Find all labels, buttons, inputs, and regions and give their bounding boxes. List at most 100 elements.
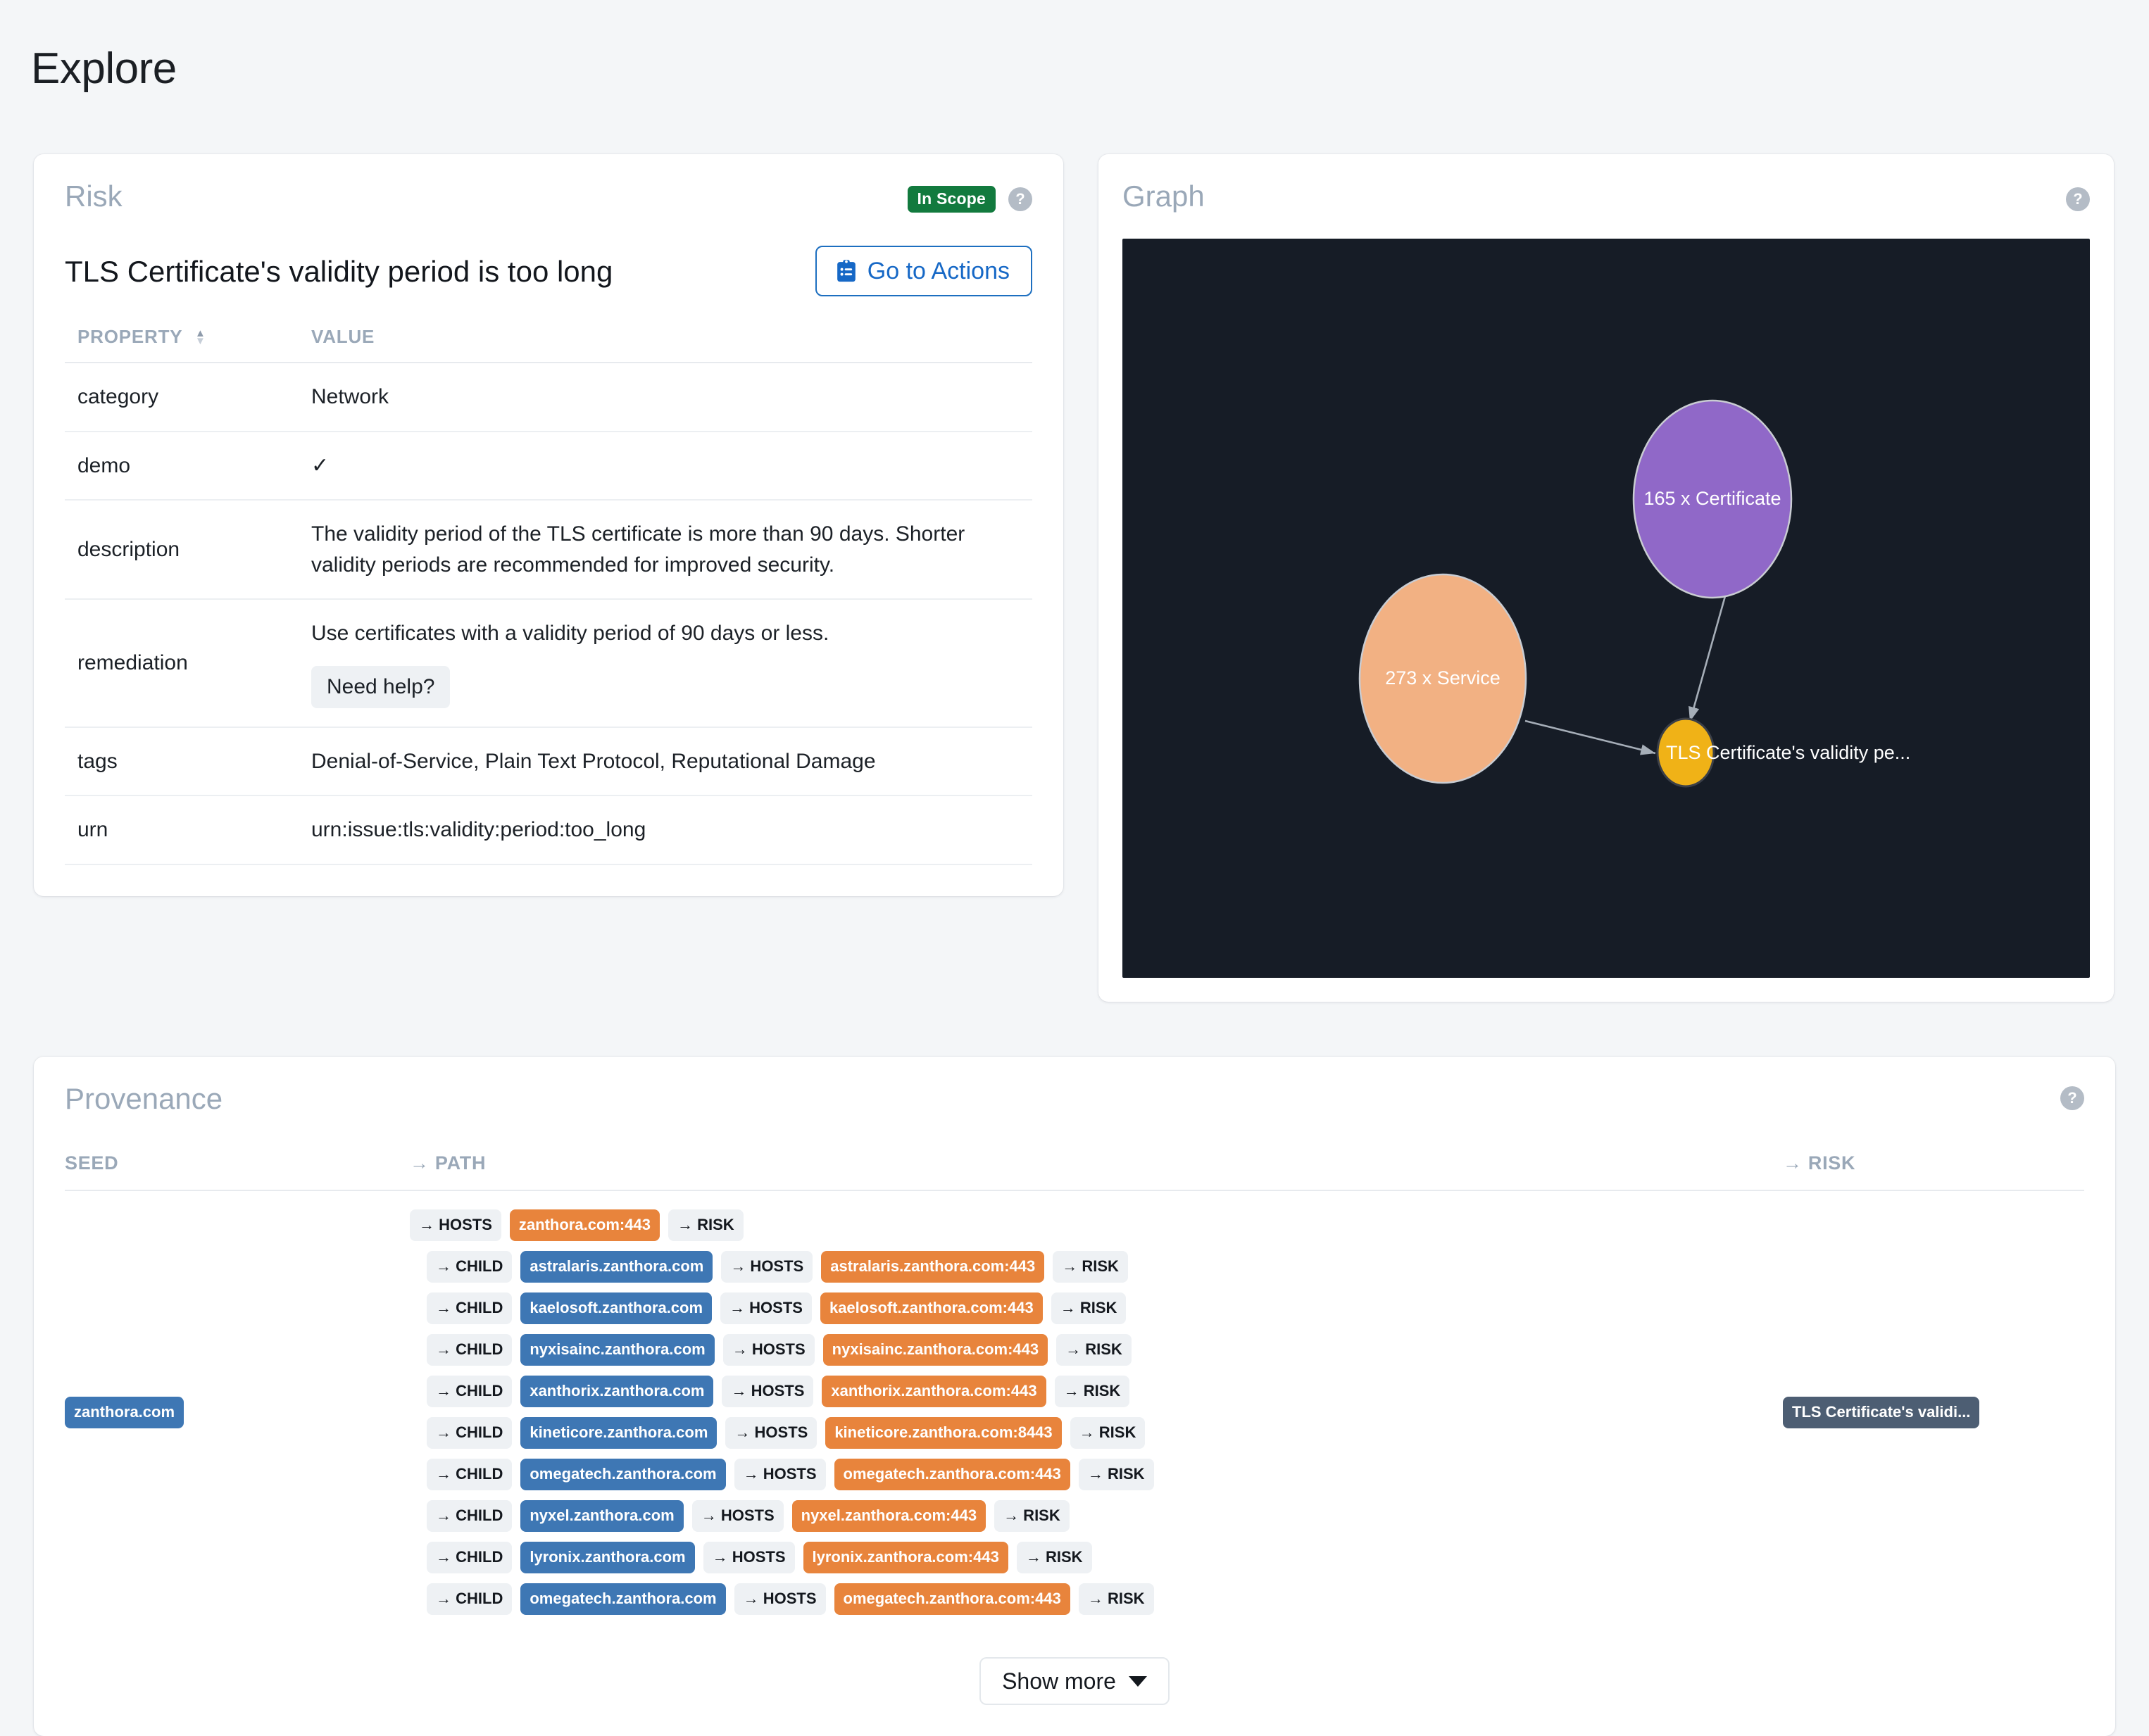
graph-canvas[interactable]: 165 x Certificate 273 x Service TLS Cert… bbox=[1122, 239, 2090, 979]
path-domain-chip[interactable]: astralaris.zanthora.com bbox=[520, 1251, 713, 1283]
path-domain-chip[interactable]: kaelosoft.zanthora.com bbox=[520, 1292, 713, 1325]
help-icon[interactable]: ? bbox=[2060, 1086, 2084, 1111]
table-header-row: SEED → PATH → RISK bbox=[65, 1152, 2084, 1192]
property-name-category: category bbox=[65, 363, 311, 432]
path-domain-chip[interactable]: kineticore.zanthora.com bbox=[520, 1417, 718, 1449]
table-row: description The validity period of the T… bbox=[65, 500, 1032, 600]
property-value-urn: urn:issue:tls:validity:period:too_long bbox=[311, 795, 1032, 865]
path-row: → CHILD lyronix.zanthora.com → HOSTS lyroni… bbox=[410, 1542, 1783, 1574]
help-icon[interactable]: ? bbox=[1008, 187, 1032, 212]
property-name-demo: demo bbox=[65, 431, 311, 501]
graph-node-risk-label: TLS Certificate's validity pe... bbox=[1666, 742, 1910, 763]
path-service-chip[interactable]: astralaris.zanthora.com:443 bbox=[821, 1251, 1045, 1283]
risk-chip[interactable]: TLS Certificate's validi... bbox=[1783, 1396, 1980, 1428]
property-value-tags: Denial-of-Service, Plain Text Protocol, … bbox=[311, 727, 1032, 797]
table-row: tags Denial-of-Service, Plain Text Proto… bbox=[65, 727, 1032, 797]
property-value-remediation: Use certificates with a validity period … bbox=[311, 599, 1032, 728]
path-row: → CHILD xanthorix.zanthora.com → HOSTS xant… bbox=[410, 1376, 1783, 1408]
sort-descending-icon: ▼ bbox=[195, 335, 206, 348]
relation-child-chip: → CHILD bbox=[427, 1459, 513, 1491]
chevron-down-icon bbox=[1128, 1675, 1147, 1687]
relation-hosts-chip: → HOSTS bbox=[722, 1334, 815, 1366]
remediation-text: Use certificates with a validity period … bbox=[311, 622, 829, 646]
provenance-panel-title: Provenance bbox=[65, 1082, 223, 1116]
path-row: → CHILD kineticore.zanthora.com → HOSTS kin… bbox=[410, 1417, 1783, 1449]
relation-hosts-chip: → HOSTS bbox=[725, 1417, 817, 1449]
relation-risk-chip: → RISK bbox=[1053, 1251, 1128, 1283]
path-service-chip[interactable]: zanthora.com:443 bbox=[509, 1209, 660, 1242]
risk-title: TLS Certificate's validity period is too… bbox=[65, 255, 613, 289]
graph-panel-header: Graph ? bbox=[1122, 178, 2090, 220]
show-more-label: Show more bbox=[1002, 1668, 1116, 1694]
column-header-risk: → RISK bbox=[1783, 1152, 2084, 1192]
seed-cell: zanthora.com bbox=[65, 1190, 410, 1633]
relation-risk-chip: → RISK bbox=[1078, 1459, 1154, 1491]
graph-panel-title: Graph bbox=[1122, 180, 1205, 213]
explore-page: Explore Risk In Scope ? TLS Certificate'… bbox=[0, 30, 2149, 1736]
relation-risk-chip: → RISK bbox=[1056, 1334, 1132, 1366]
path-domain-chip[interactable]: nyxisainc.zanthora.com bbox=[520, 1334, 715, 1366]
path-rows: → HOSTS zanthora.com:443 → RISK → CHILD astr… bbox=[410, 1209, 1783, 1616]
path-service-chip[interactable]: nyxisainc.zanthora.com:443 bbox=[822, 1334, 1048, 1366]
column-header-value: VALUE bbox=[311, 326, 1032, 364]
relation-risk-chip: → RISK bbox=[1078, 1583, 1154, 1616]
relation-child-chip: → CHILD bbox=[427, 1334, 513, 1366]
help-icon[interactable]: ? bbox=[2066, 187, 2090, 212]
provenance-panel: Provenance ? SEED → PATH → RISK zanthora… bbox=[34, 1057, 2115, 1736]
column-header-path: → PATH bbox=[410, 1152, 1783, 1192]
relation-child-chip: → CHILD bbox=[427, 1583, 513, 1616]
path-service-chip[interactable]: omegatech.zanthora.com:443 bbox=[834, 1459, 1070, 1491]
path-service-chip[interactable]: kaelosoft.zanthora.com:443 bbox=[820, 1292, 1043, 1325]
path-row: → CHILD omegatech.zanthora.com → HOSTS omeg… bbox=[410, 1583, 1783, 1616]
path-service-chip[interactable]: lyronix.zanthora.com:443 bbox=[803, 1542, 1008, 1574]
page-title: Explore bbox=[31, 44, 177, 93]
path-domain-chip[interactable]: xanthorix.zanthora.com bbox=[520, 1376, 714, 1408]
graph-node-service-label: 273 x Service bbox=[1385, 667, 1500, 688]
table-row: remediation Use certificates with a vali… bbox=[65, 599, 1032, 728]
property-name-remediation: remediation bbox=[65, 599, 311, 728]
path-domain-chip[interactable]: nyxel.zanthora.com bbox=[520, 1500, 684, 1533]
path-service-chip[interactable]: omegatech.zanthora.com:443 bbox=[834, 1583, 1070, 1616]
graph-edge-certificate-risk bbox=[1689, 596, 1727, 722]
relation-child-chip: → CHILD bbox=[427, 1417, 513, 1449]
go-to-actions-button[interactable]: Go to Actions bbox=[815, 246, 1032, 297]
property-name-urn: urn bbox=[65, 795, 311, 865]
go-to-actions-label: Go to Actions bbox=[867, 258, 1010, 285]
relation-risk-chip: → RISK bbox=[668, 1209, 744, 1242]
top-panels-row: Risk In Scope ? TLS Certificate's validi… bbox=[0, 122, 2149, 1002]
table-row: urn urn:issue:tls:validity:period:too_lo… bbox=[65, 795, 1032, 865]
risk-panel-header: Risk In Scope ? bbox=[65, 178, 1032, 220]
property-value-description: The validity period of the TLS certifica… bbox=[311, 500, 1032, 600]
property-name-description: description bbox=[65, 500, 311, 600]
seed-chip[interactable]: zanthora.com bbox=[65, 1396, 184, 1428]
column-header-property[interactable]: PROPERTY ▲ ▼ bbox=[65, 326, 311, 364]
path-domain-chip[interactable]: lyronix.zanthora.com bbox=[520, 1542, 695, 1574]
table-header-row: PROPERTY ▲ ▼ VALUE bbox=[65, 326, 1032, 364]
table-row: zanthora.com → HOSTS zanthora.com:443 → RI… bbox=[65, 1190, 2084, 1633]
show-more-button[interactable]: Show more bbox=[979, 1657, 1170, 1706]
risk-cell: TLS Certificate's validi... bbox=[1783, 1190, 2084, 1633]
clipboard-icon bbox=[837, 259, 856, 283]
relation-risk-chip: → RISK bbox=[1016, 1542, 1092, 1574]
table-row: category Network bbox=[65, 363, 1032, 432]
graph-edge-service-risk bbox=[1524, 719, 1656, 755]
path-row: → CHILD nyxel.zanthora.com → HOSTS nyxel.za… bbox=[410, 1500, 1783, 1533]
show-more-wrap: Show more bbox=[65, 1657, 2084, 1706]
path-domain-chip[interactable]: omegatech.zanthora.com bbox=[520, 1583, 726, 1616]
path-service-chip[interactable]: nyxel.zanthora.com:443 bbox=[791, 1500, 986, 1533]
relation-child-chip: → CHILD bbox=[427, 1251, 513, 1283]
column-header-seed: SEED bbox=[65, 1152, 410, 1192]
relation-hosts-chip: → HOSTS bbox=[722, 1376, 814, 1408]
sort-arrows-icon[interactable]: ▲ ▼ bbox=[195, 328, 206, 348]
path-row: → CHILD kaelosoft.zanthora.com → HOSTS kael… bbox=[410, 1292, 1783, 1325]
path-cell: → HOSTS zanthora.com:443 → RISK → CHILD astr… bbox=[410, 1190, 1783, 1633]
need-help-button[interactable]: Need help? bbox=[311, 665, 451, 708]
path-service-chip[interactable]: xanthorix.zanthora.com:443 bbox=[822, 1376, 1046, 1408]
table-row: demo ✓ bbox=[65, 431, 1032, 501]
path-row: → CHILD nyxisainc.zanthora.com → HOSTS nyxi… bbox=[410, 1334, 1783, 1366]
relation-hosts-chip: → HOSTS bbox=[691, 1500, 784, 1533]
graph-panel: Graph ? 165 x Certificate 273 x Service bbox=[1098, 154, 2114, 1002]
path-domain-chip[interactable]: omegatech.zanthora.com bbox=[520, 1459, 726, 1491]
risk-title-row: TLS Certificate's validity period is too… bbox=[65, 246, 1032, 297]
path-service-chip[interactable]: kineticore.zanthora.com:8443 bbox=[825, 1417, 1062, 1449]
